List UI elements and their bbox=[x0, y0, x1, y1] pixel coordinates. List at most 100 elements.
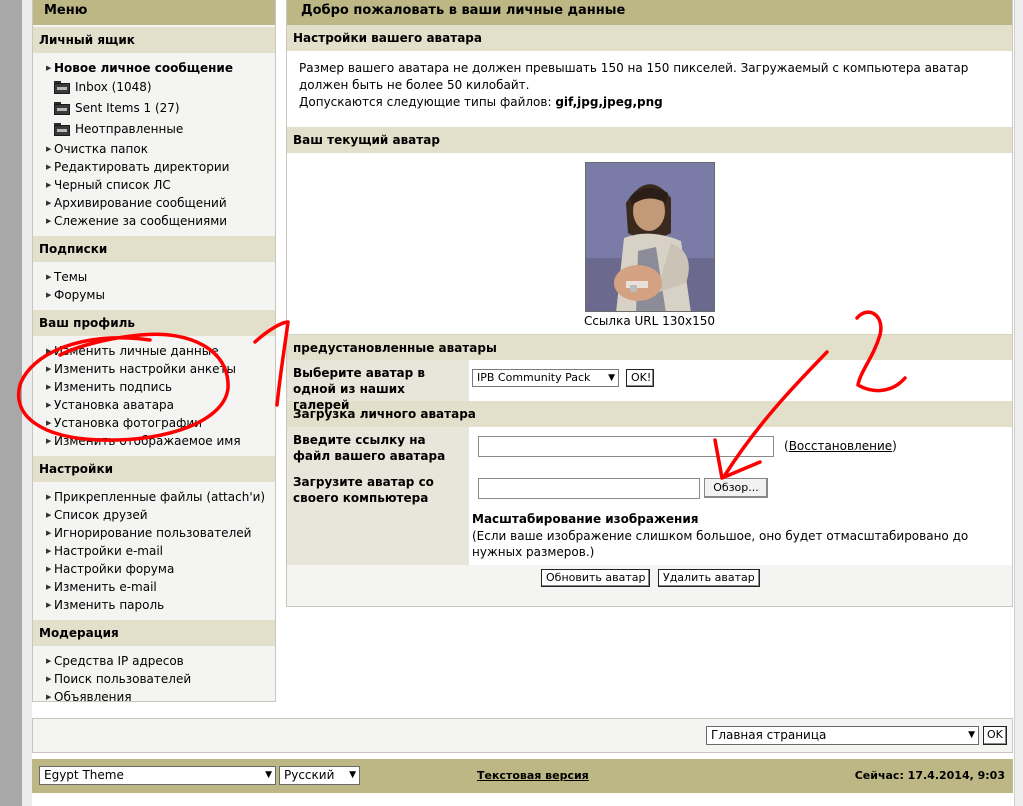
avatar-file-input[interactable] bbox=[478, 478, 700, 499]
bullet-icon: ▶ bbox=[46, 657, 52, 665]
window-left-edge bbox=[0, 0, 22, 806]
sidebar-item[interactable]: Неотправленные bbox=[45, 119, 275, 140]
sidebar-item-label: Неотправленные bbox=[75, 122, 184, 136]
sidebar-item-label: Архивирование сообщений bbox=[54, 196, 227, 210]
avatar-settings-header: Настройки вашего аватара bbox=[287, 25, 1012, 51]
file-field-cell: Обзор... Масштабирование изображения (Ес… bbox=[469, 469, 1012, 565]
file-label: Загрузите аватар со своего компьютера bbox=[287, 469, 469, 565]
sidebar-item[interactable]: ▶ Изменить личные данные bbox=[45, 342, 275, 360]
bullet-icon: ▶ bbox=[46, 493, 52, 501]
sidebar-item-label: Игнорирование пользователей bbox=[54, 526, 252, 540]
sidebar-item[interactable]: ▶ Слежение за сообщениями bbox=[45, 212, 275, 230]
sidebar-sections: Личный ящик ▶ Новое личное сообщение Inbox … bbox=[33, 27, 275, 712]
sidebar-item[interactable]: ▶ Изменить e-mail bbox=[45, 578, 275, 596]
sidebar-item[interactable]: ▶ Объявления bbox=[45, 688, 275, 706]
bullet-icon: ▶ bbox=[46, 217, 52, 225]
sidebar-section-list: ▶ Темы ▶ Форумы bbox=[33, 262, 275, 310]
gallery-selected-value: IPB Community Pack bbox=[477, 371, 591, 384]
file-row: Загрузите аватар со своего компьютера Об… bbox=[287, 469, 1012, 565]
gallery-field: IPB Community Pack ▼ OK! bbox=[469, 360, 1012, 401]
avatar-size-info: Размер вашего аватара не должен превышат… bbox=[299, 61, 969, 92]
forum-jump-bar: Главная страница ▼ OK bbox=[32, 718, 1013, 753]
folder-icon bbox=[54, 102, 70, 115]
file-types-info: Допускаются следующие типы файлов: gif,j… bbox=[299, 94, 1000, 111]
sidebar-item[interactable]: ▶ Черный список ЛС bbox=[45, 176, 275, 194]
bullet-icon: ▶ bbox=[46, 675, 52, 683]
url-label: Введите ссылку на файл вашего аватара bbox=[287, 427, 469, 469]
sidebar-item[interactable]: Sent Items 1 (27) bbox=[45, 98, 275, 119]
sidebar-item-label: Средства IP адресов bbox=[54, 654, 184, 668]
bullet-icon: ▶ bbox=[46, 199, 52, 207]
sidebar-item-label: Установка фотографии bbox=[54, 416, 202, 430]
file-types-label: Допускаются следующие типы файлов: bbox=[299, 95, 552, 109]
sidebar-item[interactable]: ▶ Список друзей bbox=[45, 506, 275, 524]
sidebar-item[interactable]: ▶ Установка фотографии bbox=[45, 414, 275, 432]
sidebar-item-label: Inbox (1048) bbox=[75, 80, 152, 94]
bullet-icon: ▶ bbox=[46, 365, 52, 373]
footer-bar: Egypt Theme ▼ Русский ▼ Текстовая версия… bbox=[32, 759, 1013, 793]
avatar-image bbox=[585, 162, 715, 312]
avatar-info: Размер вашего аватара не должен превышат… bbox=[287, 51, 1012, 127]
bullet-icon: ▶ bbox=[46, 401, 52, 409]
sidebar-title: Меню bbox=[33, 0, 275, 25]
sidebar-item[interactable]: Inbox (1048) bbox=[45, 77, 275, 98]
delete-avatar-button[interactable]: Удалить аватар bbox=[658, 569, 760, 587]
gallery-row: Выберите аватар в одной из наших галерей… bbox=[287, 360, 1012, 412]
file-types-value: gif,jpg,jpeg,png bbox=[555, 95, 663, 109]
sidebar-item-label: Изменить подпись bbox=[54, 380, 173, 394]
scrollbar-track[interactable] bbox=[1014, 0, 1023, 806]
current-avatar-area: Ссылка URL 130x150 bbox=[287, 153, 1012, 334]
folder-icon bbox=[54, 81, 70, 94]
page-left-gutter bbox=[22, 0, 32, 806]
sidebar-item[interactable]: ▶ Редактировать директории bbox=[45, 158, 275, 176]
sidebar-item[interactable]: ▶ Изменить пароль bbox=[45, 596, 275, 614]
restore-close-paren: ) bbox=[892, 439, 897, 453]
update-avatar-button[interactable]: Обновить аватар bbox=[541, 569, 651, 587]
sidebar-item-label: Слежение за сообщениями bbox=[54, 214, 228, 228]
chevron-down-icon: ▼ bbox=[265, 770, 272, 780]
sidebar-item[interactable]: ▶ Настройки e-mail bbox=[45, 542, 275, 560]
sidebar-item[interactable]: ▶ Прикрепленные файлы (attach'и) bbox=[45, 488, 275, 506]
avatar-url-input[interactable] bbox=[478, 436, 774, 457]
sidebar-item[interactable]: ▶ Изменить подпись bbox=[45, 378, 275, 396]
current-time: Сейчас: 17.4.2014, 9:03 bbox=[854, 769, 1005, 782]
sidebar-item[interactable]: ▶ Установка аватара bbox=[45, 396, 275, 414]
forum-jump-value: Главная страница bbox=[711, 728, 827, 742]
bullet-icon: ▶ bbox=[46, 601, 52, 609]
avatar-caption: Ссылка URL 130x150 bbox=[583, 314, 716, 328]
forum-jump-ok-button[interactable]: OK bbox=[983, 726, 1007, 745]
theme-select[interactable]: Egypt Theme ▼ bbox=[39, 766, 276, 785]
gallery-select[interactable]: IPB Community Pack ▼ bbox=[472, 369, 619, 387]
bullet-icon: ▶ bbox=[46, 273, 52, 281]
text-version-link[interactable]: Текстовая версия bbox=[477, 769, 589, 782]
language-select[interactable]: Русский ▼ bbox=[279, 766, 360, 785]
bullet-icon: ▶ bbox=[46, 181, 52, 189]
sidebar-item[interactable]: ▶ Очистка папок bbox=[45, 140, 275, 158]
sidebar-item[interactable]: ▶ Средства IP адресов bbox=[45, 652, 275, 670]
sidebar-item[interactable]: ▶ Темы bbox=[45, 268, 275, 286]
sidebar-item[interactable]: ▶ Архивирование сообщений bbox=[45, 194, 275, 212]
sidebar-menu: Меню Личный ящик ▶ Новое личное сообщение I… bbox=[32, 0, 276, 704]
gallery-ok-button[interactable]: OK! bbox=[626, 369, 654, 387]
sidebar-item-label: Новое личное сообщение bbox=[54, 61, 233, 75]
sidebar-item[interactable]: ▶ Поиск пользователей bbox=[45, 670, 275, 688]
sidebar-item-label: Изменить отображаемое имя bbox=[54, 434, 241, 448]
sidebar-item[interactable]: ▶ Форумы bbox=[45, 286, 275, 304]
sidebar-item-label: Черный список ЛС bbox=[54, 178, 171, 192]
sidebar-item[interactable]: ▶ Изменить настройки анкеты bbox=[45, 360, 275, 378]
restore-link[interactable]: Восстановление bbox=[789, 439, 892, 453]
bullet-icon: ▶ bbox=[46, 291, 52, 299]
bullet-icon: ▶ bbox=[46, 529, 52, 537]
sidebar-item[interactable]: ▶ Новое личное сообщение bbox=[45, 59, 275, 77]
sidebar-section-header: Личный ящик bbox=[33, 27, 275, 53]
browse-button[interactable]: Обзор... bbox=[704, 478, 768, 498]
sidebar-item[interactable]: ▶ Игнорирование пользователей bbox=[45, 524, 275, 542]
bullet-icon: ▶ bbox=[46, 64, 52, 72]
sidebar-item[interactable]: ▶ Изменить отображаемое имя bbox=[45, 432, 275, 450]
sidebar-item-label: Прикрепленные файлы (attach'и) bbox=[54, 490, 266, 504]
bullet-icon: ▶ bbox=[46, 347, 52, 355]
bullet-icon: ▶ bbox=[46, 565, 52, 573]
sidebar-item[interactable]: ▶ Настройки форума bbox=[45, 560, 275, 578]
sidebar-section-header: Настройки bbox=[33, 456, 275, 482]
forum-jump-select[interactable]: Главная страница ▼ bbox=[706, 726, 979, 745]
